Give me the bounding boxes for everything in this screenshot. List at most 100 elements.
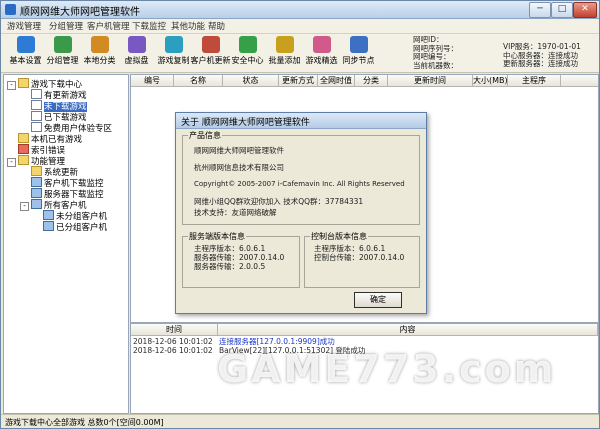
category-icon [90,36,109,53]
column-header[interactable]: 更新方式 [279,75,318,87]
collapse-icon[interactable]: - [7,81,16,90]
menu-client[interactable]: 客户机管理 [87,20,130,32]
sync-icon [349,36,368,53]
product-info-label: 产品信息 [188,130,222,141]
disk-icon [127,36,146,53]
tree-node[interactable]: 索引错误 [18,144,65,156]
log-column-header[interactable]: 时间 [131,324,218,336]
console-version-label: 控制台版本信息 [310,231,368,242]
menu-help[interactable]: 帮助 [208,20,225,32]
computer-icon [43,221,54,231]
server-version-line: 主程序版本：6.0.6.1 [194,244,266,253]
server-version-label: 服务端版本信息 [188,231,246,242]
client-update-button[interactable]: 客户机更新 [191,36,231,70]
computer-icon [43,210,54,220]
window-title: 顺网网维大师网吧管理软件 [20,7,140,18]
column-header[interactable]: 大小(MB) [473,75,508,87]
maximize-button[interactable]: □ [551,2,573,18]
menu-game[interactable]: 游戏管理 [7,20,41,32]
log-row: 2018-12-06 10:01:02 BarView[22][127.0.0.… [133,346,366,355]
column-header[interactable]: 全网时值 [318,75,355,87]
group-icon [53,36,72,53]
company-name: 杭州顺网信息技术有限公司 [194,163,284,172]
about-dialog: 关于 顺网网维大师网吧管理软件 产品信息 顺网网维大师网吧管理软件 杭州顺网信息… [175,112,427,314]
update-icon [201,36,220,53]
settings-button[interactable]: 基本设置 [9,36,42,70]
folder-icon [31,166,42,176]
status-text: 游戏下载中心全部游戏 总数0个[空间0.00M] [5,418,164,427]
folder-icon [18,78,29,88]
folder-icon [18,133,29,143]
server-version-line: 服务器传输：2007.0.14.0 [194,253,285,262]
tree-node[interactable]: 免费用户体验专区 [31,122,112,134]
tree-node[interactable]: - 游戏下载中心 [7,78,82,90]
nav-tree[interactable]: - 游戏下载中心 有更新游戏 未下载游戏 已下载游戏 免费用户体验专区 本机已有游… [3,74,129,414]
error-icon [18,144,29,154]
game-pick-button[interactable]: 游戏精选 [305,36,338,70]
column-header[interactable]: 更新时间 [388,75,473,87]
qq-group-text: 网维小组QQ群欢迎你加入 技术QQ群：37784331 [194,197,364,206]
tree-node[interactable]: - 所有客户机 [20,199,87,211]
computer-icon [31,188,42,198]
document-icon [31,122,42,132]
toolbar: 基本设置 分组管理 本地分类 虚拟盘 游戏复制 客户机更新 安全中心 批量添加 … [1,34,599,73]
tree-node[interactable]: 系统更新 [31,166,78,178]
tree-node[interactable]: 未下载游戏 [31,100,87,112]
server-info-left: 网吧ID： 网吧序列号： 网吧编号： 当前机器数： [413,35,458,70]
tree-node[interactable]: 已下载游戏 [31,111,87,123]
about-dialog-title: 关于 顺网网维大师网吧管理软件 [181,118,310,128]
product-name: 顺网网维大师网吧管理软件 [194,146,284,155]
server-version-line: 服务器传输：2.0.0.5 [194,262,266,271]
console-version-line: 主程序版本：6.0.6.1 [314,244,386,253]
log-row: 2018-12-06 10:01:02 连接服务器[127.0.0.1:9909… [133,337,335,346]
column-header[interactable]: 名称 [174,75,223,87]
minimize-button[interactable]: ─ [529,2,551,18]
support-text: 技术支持：友道网络破解 [194,208,277,217]
menu-download-monitor[interactable]: 下载监控 [132,20,166,32]
copyright-text: Copyright© 2005-2007 i-Cafemavin Inc. Al… [194,180,405,188]
star-icon [312,36,331,53]
document-icon [31,111,42,121]
column-header[interactable]: 编号 [131,75,174,87]
shield-icon [238,36,257,53]
local-category-button[interactable]: 本地分类 [83,36,116,70]
tree-node[interactable]: 有更新游戏 [31,89,87,101]
batch-add-icon [275,36,294,53]
collapse-icon[interactable]: - [20,202,29,211]
app-icon [5,4,16,15]
computer-icon [31,177,42,187]
tree-node[interactable]: 服务器下载监控 [31,188,104,200]
virtual-disk-button[interactable]: 虚拟盘 [120,36,153,70]
copy-icon [164,36,183,53]
status-bar: 游戏下载中心全部游戏 总数0个[空间0.00M] [1,414,599,428]
column-header[interactable]: 分类 [355,75,388,87]
title-bar[interactable]: 顺网网维大师网吧管理软件 ─ □ ✕ [1,1,599,19]
menu-group[interactable]: 分组管理 [49,20,83,32]
batch-add-button[interactable]: 批量添加 [268,36,301,70]
sync-node-button[interactable]: 同步节点 [342,36,375,70]
document-icon [31,100,42,110]
log-column-header[interactable]: 内容 [218,324,598,336]
ok-button[interactable]: 确定 [354,292,402,308]
column-header[interactable]: 主程序 [508,75,561,87]
tree-node[interactable]: 未分组客户机 [43,210,107,222]
column-header[interactable]: 状态 [223,75,279,87]
group-manage-button[interactable]: 分组管理 [46,36,79,70]
column-header-filler [561,75,598,87]
tree-node[interactable]: 本机已有游戏 [18,133,82,145]
menu-other[interactable]: 其他功能 [171,20,205,32]
collapse-icon[interactable]: - [7,158,16,167]
settings-icon [16,36,35,53]
tree-node[interactable]: 已分组客户机 [43,221,107,233]
console-version-line: 控制台传输：2007.0.14.0 [314,253,405,262]
security-center-button[interactable]: 安全中心 [231,36,264,70]
server-info-right: VIP服务：1970-01-01 中心服务器：连接成功 更新服务器：连接成功 [503,42,581,68]
document-icon [31,89,42,99]
folder-icon [18,155,29,165]
close-button[interactable]: ✕ [573,2,597,18]
game-copy-button[interactable]: 游戏复制 [157,36,190,70]
tree-node[interactable]: - 功能管理 [7,155,65,167]
about-dialog-title-bar[interactable]: 关于 顺网网维大师网吧管理软件 [176,113,426,129]
tree-node[interactable]: 客户机下载监控 [31,177,104,189]
computer-icon [31,199,42,209]
